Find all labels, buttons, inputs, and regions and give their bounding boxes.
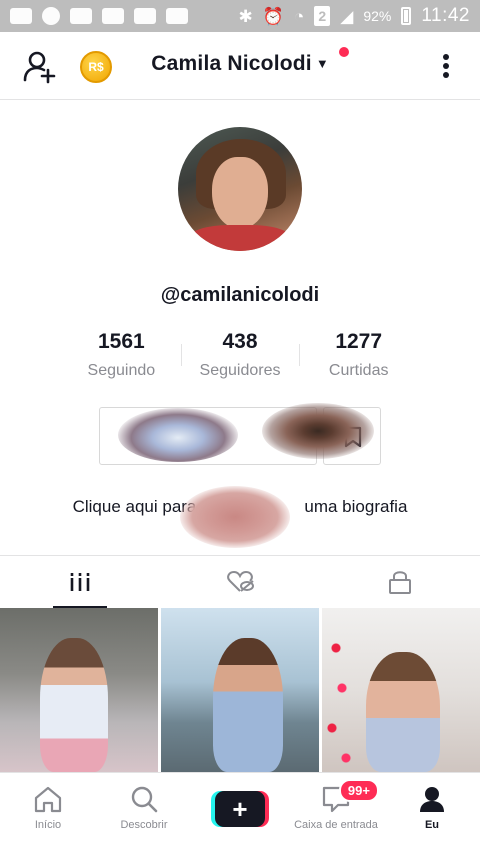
lips-sticker [180, 486, 290, 548]
mail-icon [70, 8, 92, 24]
grid-icon [69, 573, 91, 591]
tab-liked[interactable] [160, 556, 320, 608]
nav-home[interactable]: Início [0, 773, 96, 848]
bottom-navigation: Início Descobrir + 99+ Caixa de entrada … [0, 772, 480, 848]
stat-label: Curtidas [328, 362, 389, 379]
inbox-badge: 99+ [338, 779, 379, 802]
calendar-icon [102, 8, 124, 24]
dot-icon [443, 72, 449, 78]
profile-icon [420, 787, 444, 812]
battery-percent: 92% [363, 8, 392, 24]
tab-private[interactable] [320, 556, 480, 608]
bio-prompt-left: Clique aqui para [72, 497, 197, 516]
notification-app-icon [10, 8, 32, 24]
more-options-button[interactable] [434, 52, 458, 80]
alarm-icon: ⏰ [262, 6, 284, 26]
stat-label: Seguindo [87, 362, 156, 379]
home-icon [34, 786, 62, 813]
profile-tabs [0, 555, 480, 608]
edit-profile-label: erfil [192, 426, 224, 445]
avatar[interactable] [178, 127, 302, 251]
search-icon [131, 786, 158, 813]
bio-prompt-right: uma biografia [304, 497, 408, 516]
video-thumbnail[interactable] [0, 608, 158, 772]
signal-icon: ◢ [340, 6, 354, 26]
bio-prompt[interactable]: Clique aqui para uma biografia [0, 497, 480, 517]
youtube-icon [166, 8, 188, 24]
stat-value: 438 [222, 330, 258, 353]
wifi-icon: ◔ [293, 6, 305, 26]
create-icon: + [211, 791, 269, 827]
stat-likes[interactable]: 1277 Curtidas [299, 330, 418, 382]
page-title: Camila Nicolodi [151, 52, 312, 75]
battery-icon [401, 7, 412, 25]
bluetooth-icon: ✱ [238, 6, 253, 26]
nav-discover[interactable]: Descobrir [96, 773, 192, 848]
nav-label: Eu [424, 819, 440, 831]
account-switcher[interactable]: Camila Nicolodi ▼ [0, 52, 480, 76]
edit-profile-button[interactable]: erfil [99, 407, 317, 465]
profile-header: R$ Camila Nicolodi ▼ [0, 32, 480, 100]
lock-icon [389, 571, 411, 594]
notification-icons [10, 7, 188, 25]
clock: 11:42 [421, 5, 470, 26]
nav-label: Descobrir [120, 819, 168, 831]
stat-following[interactable]: 1561 Seguindo [62, 330, 181, 382]
username: @camilanicolodi [160, 284, 320, 306]
dot-icon [443, 63, 449, 69]
nav-label: Caixa de entrada [294, 819, 378, 831]
favorites-button[interactable] [323, 407, 381, 465]
caret-down-icon: ▼ [315, 56, 329, 71]
stat-followers[interactable]: 438 Seguidores [180, 330, 300, 382]
stat-label: Seguidores [199, 362, 281, 379]
notification-dot [339, 47, 349, 57]
stat-value: 1277 [335, 330, 383, 353]
liked-hidden-icon [227, 570, 254, 592]
dot-icon [443, 54, 449, 60]
profile-stats: 1561 Seguindo 438 Seguidores 1277 Curtid… [62, 330, 418, 382]
nav-create[interactable]: + [192, 773, 288, 848]
chat-bubble-icon [42, 7, 60, 25]
nav-me[interactable]: Eu [384, 773, 480, 848]
nav-label: Início [34, 819, 62, 831]
video-thumbnail[interactable] [322, 608, 480, 772]
sim-indicator: 2 [314, 6, 331, 26]
tab-videos[interactable] [0, 556, 160, 608]
stat-value: 1561 [97, 330, 145, 353]
nav-inbox[interactable]: 99+ Caixa de entrada [288, 773, 384, 848]
status-bar: ✱ ⏰ ◔ 2 ◢ 92% 11:42 [0, 0, 480, 32]
video-grid [0, 608, 480, 772]
bookmark-icon [344, 426, 362, 448]
video-thumbnail[interactable] [161, 608, 319, 772]
youtube-icon [134, 8, 156, 24]
